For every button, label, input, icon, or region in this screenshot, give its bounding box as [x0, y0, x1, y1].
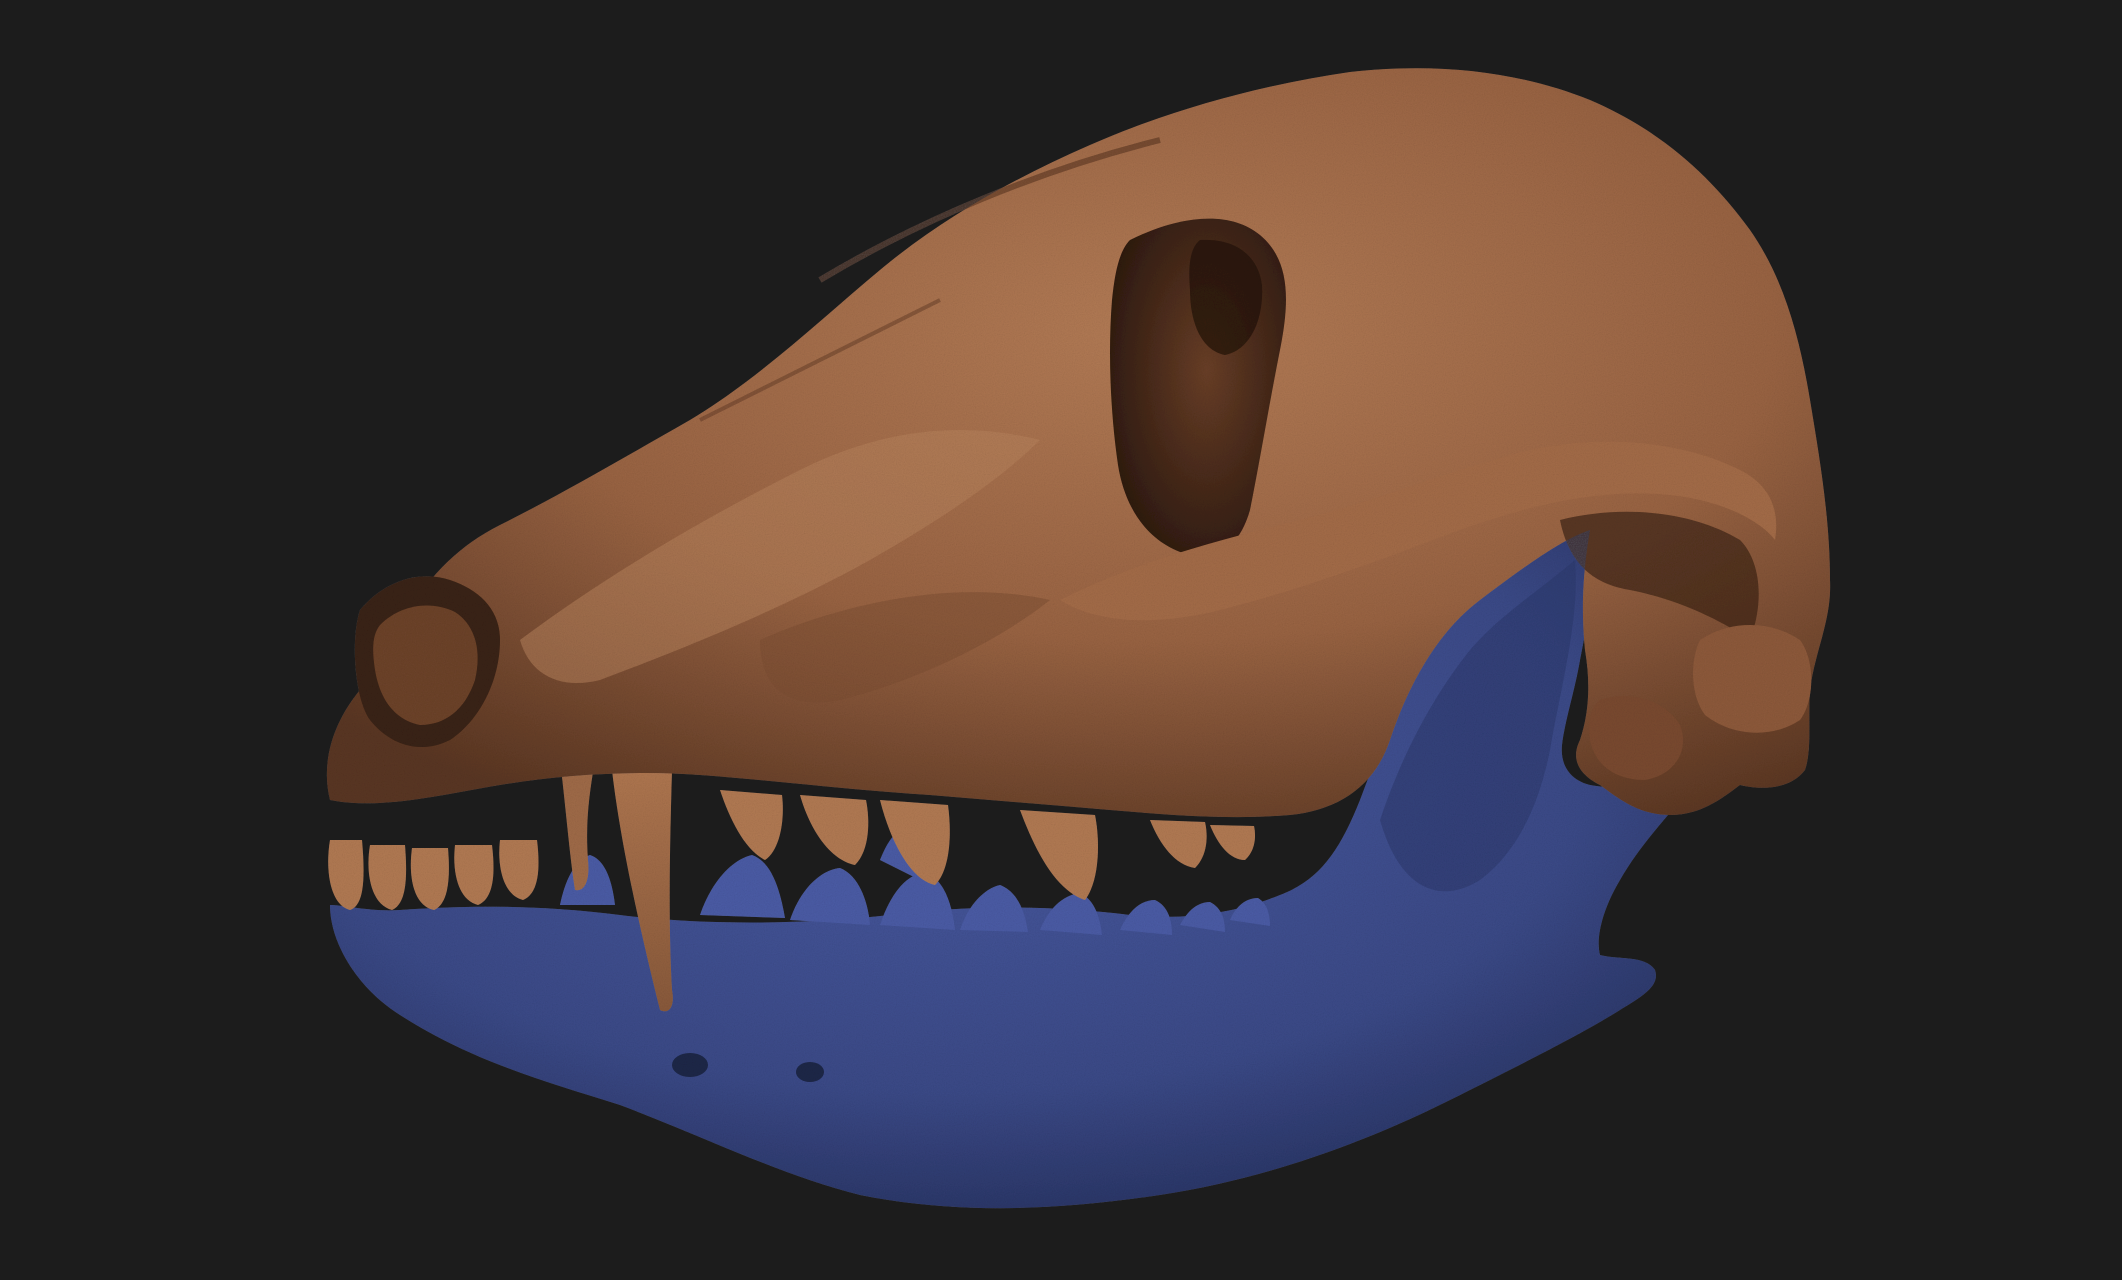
- render-viewport: [0, 0, 2122, 1280]
- cranium: [326, 68, 1831, 818]
- skull-model: [326, 68, 1831, 1209]
